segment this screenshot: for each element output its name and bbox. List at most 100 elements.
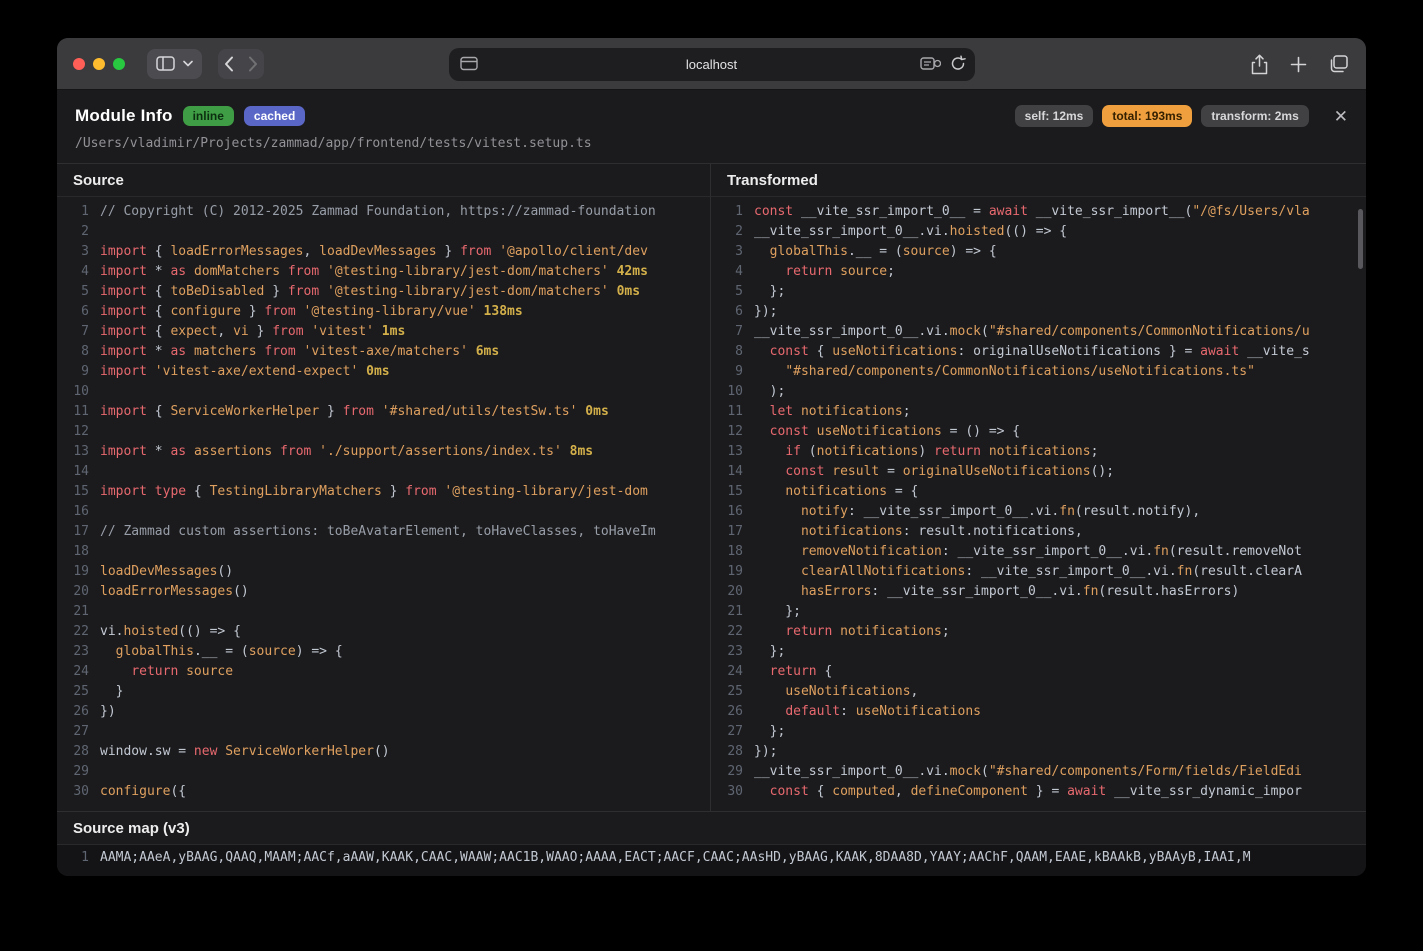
sourcemap-code[interactable]: 1AAMA;AAeA,yBAAG,QAAQ,MAAM;AACf,aAAW,KAA… — [57, 845, 1366, 876]
sidebar-icon — [156, 56, 175, 71]
line-number: 24 — [711, 662, 743, 682]
line-number: 9 — [711, 362, 743, 382]
line-number: 25 — [711, 682, 743, 702]
tab-overview-icon[interactable] — [1329, 55, 1348, 73]
chevron-down-icon — [183, 60, 193, 67]
scrollbar-thumb[interactable] — [1358, 209, 1363, 269]
address-bar[interactable]: localhost — [449, 48, 975, 81]
line-number: 22 — [57, 622, 89, 642]
extension-icon[interactable] — [920, 56, 941, 72]
line-number: 14 — [711, 462, 743, 482]
code-line: 12 — [57, 422, 710, 442]
minimize-window-button[interactable] — [93, 58, 105, 70]
share-icon[interactable] — [1251, 54, 1268, 75]
code-line: 13 if (notifications) return notificatio… — [711, 442, 1366, 462]
source-pane-title: Source — [57, 164, 710, 197]
code-line: 23 globalThis.__ = (source) => { — [57, 642, 710, 662]
new-tab-icon[interactable] — [1290, 56, 1307, 73]
line-number: 13 — [711, 442, 743, 462]
code-line: 6}); — [711, 302, 1366, 322]
code-line: 1const __vite_ssr_import_0__ = await __v… — [711, 202, 1366, 222]
line-number: 4 — [57, 262, 89, 282]
code-line: 21 }; — [711, 602, 1366, 622]
browser-toolbar: localhost — [57, 38, 1366, 90]
transformed-pane: Transformed 1const __vite_ssr_import_0__… — [711, 164, 1366, 811]
line-number: 9 — [57, 362, 89, 382]
transform-time-badge: transform: 2ms — [1201, 105, 1308, 127]
close-window-button[interactable] — [73, 58, 85, 70]
code-line: 9import 'vitest-axe/extend-expect' 0ms — [57, 362, 710, 382]
line-number: 30 — [711, 782, 743, 802]
sourcemap-title: Source map (v3) — [57, 812, 1366, 845]
zoom-window-button[interactable] — [113, 58, 125, 70]
code-line: 1// Copyright (C) 2012-2025 Zammad Found… — [57, 202, 710, 222]
line-number: 18 — [57, 542, 89, 562]
line-number: 6 — [57, 302, 89, 322]
forward-button[interactable] — [248, 56, 258, 72]
close-icon[interactable]: ✕ — [1334, 108, 1348, 125]
line-number: 23 — [57, 642, 89, 662]
code-line: 7import { expect, vi } from 'vitest' 1ms — [57, 322, 710, 342]
sidebar-toggle[interactable] — [147, 49, 202, 79]
line-number: 20 — [57, 582, 89, 602]
line-number: 16 — [711, 502, 743, 522]
code-line: 30configure({ — [57, 782, 710, 802]
transformed-code-editor[interactable]: 1const __vite_ssr_import_0__ = await __v… — [711, 197, 1366, 811]
code-line: 19 clearAllNotifications: __vite_ssr_imp… — [711, 562, 1366, 582]
code-line: 27 — [57, 722, 710, 742]
line-number: 26 — [711, 702, 743, 722]
code-line: 17 notifications: result.notifications, — [711, 522, 1366, 542]
code-line: 4import * as domMatchers from '@testing-… — [57, 262, 710, 282]
code-line: 23 }; — [711, 642, 1366, 662]
page-icon[interactable] — [460, 56, 478, 72]
source-pane: Source 1// Copyright (C) 2012-2025 Zamma… — [57, 164, 711, 811]
line-number: 4 — [711, 262, 743, 282]
line-number: 15 — [57, 482, 89, 502]
line-number: 7 — [57, 322, 89, 342]
traffic-lights — [73, 58, 125, 70]
code-line: 4 return source; — [711, 262, 1366, 282]
code-line: 3 globalThis.__ = (source) => { — [711, 242, 1366, 262]
line-number: 5 — [57, 282, 89, 302]
line-number: 12 — [711, 422, 743, 442]
line-number: 17 — [711, 522, 743, 542]
code-line: 24 return source — [57, 662, 710, 682]
code-line: 8import * as matchers from 'vitest-axe/m… — [57, 342, 710, 362]
line-number: 24 — [57, 662, 89, 682]
back-button[interactable] — [224, 56, 234, 72]
line-number: 11 — [711, 402, 743, 422]
line-number: 7 — [711, 322, 743, 342]
code-line: 28window.sw = new ServiceWorkerHelper() — [57, 742, 710, 762]
source-code-editor[interactable]: 1// Copyright (C) 2012-2025 Zammad Found… — [57, 197, 710, 811]
code-line: 15 notifications = { — [711, 482, 1366, 502]
line-number: 18 — [711, 542, 743, 562]
code-line: 20loadErrorMessages() — [57, 582, 710, 602]
line-number: 12 — [57, 422, 89, 442]
code-line: 22 return notifications; — [711, 622, 1366, 642]
code-line: 27 }; — [711, 722, 1366, 742]
line-number: 13 — [57, 442, 89, 462]
code-line: 19loadDevMessages() — [57, 562, 710, 582]
code-line: 2 — [57, 222, 710, 242]
page-title: Module Info — [75, 106, 173, 126]
line-number: 6 — [711, 302, 743, 322]
browser-window: localhost Module Info — [57, 38, 1366, 876]
code-line: 18 — [57, 542, 710, 562]
total-time-badge: total: 193ms — [1102, 105, 1192, 127]
code-line: 1AAMA;AAeA,yBAAG,QAAQ,MAAM;AACf,aAAW,KAA… — [57, 848, 1366, 868]
code-line: 8 const { useNotifications: originalUseN… — [711, 342, 1366, 362]
line-number: 17 — [57, 522, 89, 542]
code-line: 3import { loadErrorMessages, loadDevMess… — [57, 242, 710, 262]
code-line: 30 const { computed, defineComponent } =… — [711, 782, 1366, 802]
line-number: 29 — [57, 762, 89, 782]
code-line: 11 let notifications; — [711, 402, 1366, 422]
line-number: 2 — [711, 222, 743, 242]
code-line: 29__vite_ssr_import_0__.vi.mock("#shared… — [711, 762, 1366, 782]
code-line: 14 — [57, 462, 710, 482]
code-line: 2__vite_ssr_import_0__.vi.hoisted(() => … — [711, 222, 1366, 242]
reload-icon[interactable] — [950, 55, 966, 72]
line-number: 1 — [57, 848, 89, 868]
code-line: 22vi.hoisted(() => { — [57, 622, 710, 642]
line-number: 1 — [711, 202, 743, 222]
line-number: 20 — [711, 582, 743, 602]
